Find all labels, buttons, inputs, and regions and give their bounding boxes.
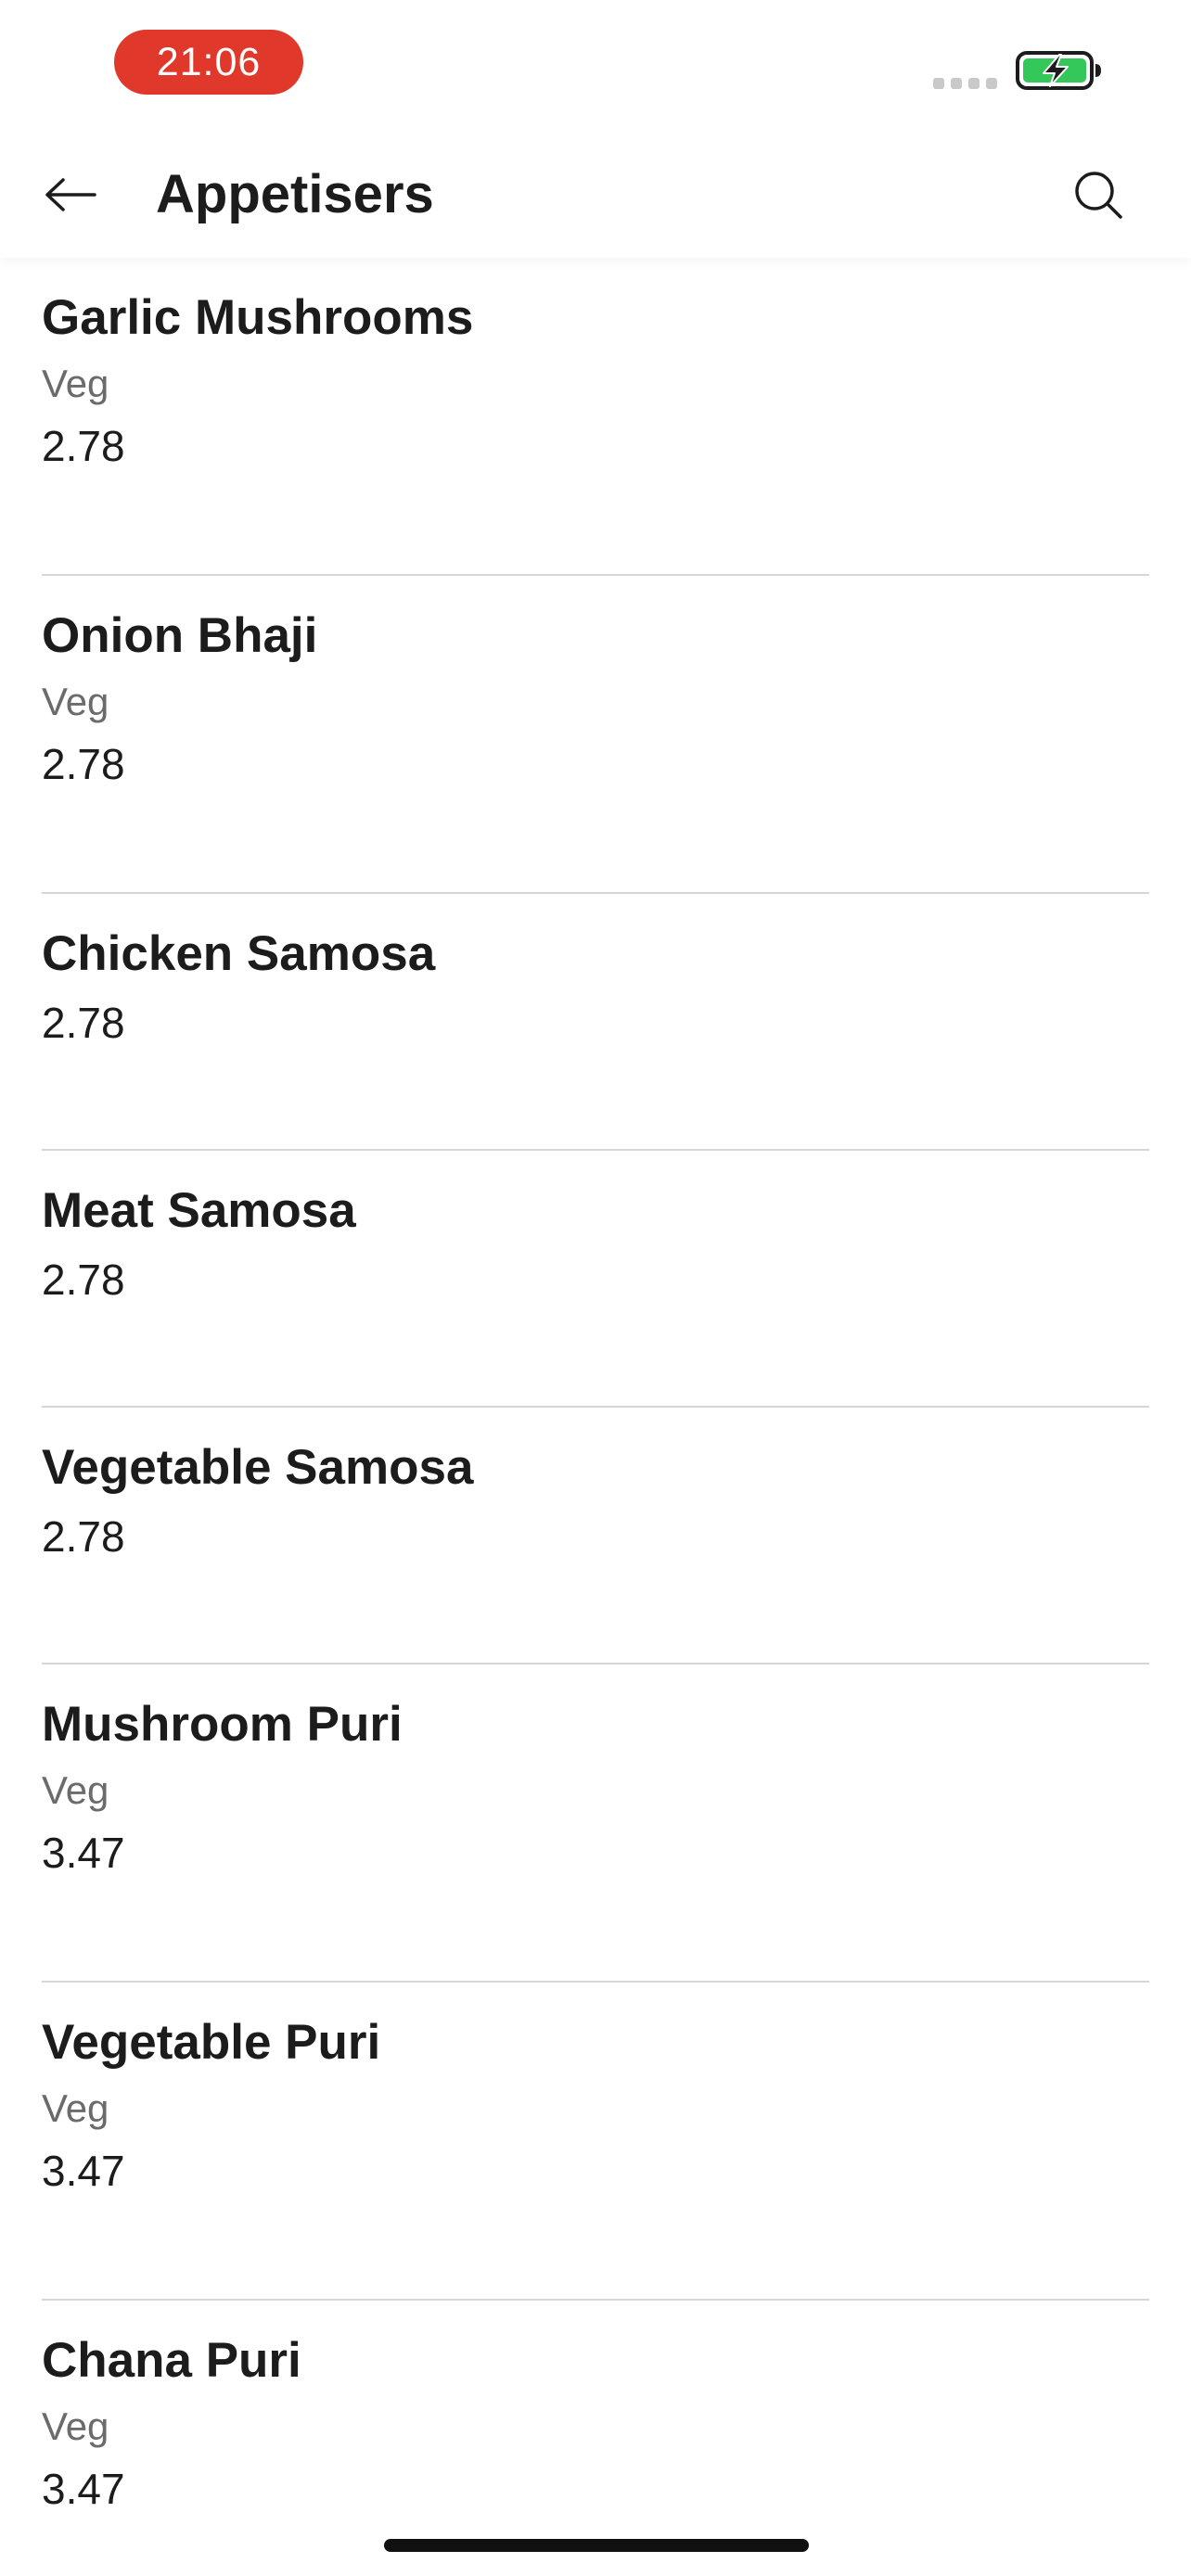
item-price: 3.47: [42, 1829, 125, 1877]
status-bar: 21:06: [0, 0, 1191, 121]
menu-item-list: Garlic Mushrooms Veg 2.78 Onion Bhaji Ve…: [0, 258, 1191, 2576]
menu-item[interactable]: Onion Bhaji Veg 2.78: [42, 576, 1149, 894]
item-name: Chana Puri: [42, 2333, 301, 2388]
item-price: 2.78: [42, 740, 125, 788]
signal-icon: [933, 78, 997, 89]
search-icon: [1075, 172, 1122, 219]
menu-item[interactable]: Vegetable Puri Veg 3.47: [42, 1983, 1149, 2301]
home-indicator[interactable]: [384, 2539, 809, 2552]
item-veg-tag: Veg: [42, 2404, 109, 2448]
item-name: Vegetable Samosa: [42, 1440, 474, 1495]
status-time: 21:06: [114, 30, 303, 95]
battery-charging-icon: [1015, 50, 1104, 96]
menu-item[interactable]: Meat Samosa 2.78: [42, 1151, 1149, 1408]
back-button[interactable]: [35, 159, 106, 230]
menu-item[interactable]: Mushroom Puri Veg 3.47: [42, 1664, 1149, 1983]
menu-item[interactable]: Garlic Mushrooms Veg 2.78: [42, 258, 1149, 576]
page-title: Appetisers: [156, 164, 434, 224]
header-bar: Appetisers: [0, 121, 1191, 258]
item-price: 2.78: [42, 1256, 125, 1304]
item-price: 3.47: [42, 2147, 125, 2195]
item-price: 2.78: [42, 422, 125, 470]
item-name: Chicken Samosa: [42, 926, 436, 981]
screen: 21:06 Appetisers Garlic Mushrooms Veg 2.…: [0, 0, 1191, 2576]
menu-item[interactable]: Chicken Samosa 2.78: [42, 894, 1149, 1151]
item-veg-tag: Veg: [42, 1768, 109, 1812]
item-name: Onion Bhaji: [42, 608, 318, 663]
item-veg-tag: Veg: [42, 2086, 109, 2130]
arrow-left-icon: [45, 178, 96, 211]
item-veg-tag: Veg: [42, 362, 109, 405]
item-price: 3.47: [42, 2465, 125, 2513]
item-veg-tag: Veg: [42, 680, 109, 723]
item-price: 2.78: [42, 999, 125, 1047]
menu-item[interactable]: Chana Puri Veg 3.47: [42, 2301, 1149, 2576]
item-name: Vegetable Puri: [42, 2015, 381, 2070]
item-name: Garlic Mushrooms: [42, 290, 474, 345]
item-name: Mushroom Puri: [42, 1697, 403, 1752]
item-price: 2.78: [42, 1512, 125, 1561]
search-button[interactable]: [1065, 161, 1132, 228]
item-name: Meat Samosa: [42, 1183, 356, 1238]
menu-item[interactable]: Vegetable Samosa 2.78: [42, 1408, 1149, 1664]
